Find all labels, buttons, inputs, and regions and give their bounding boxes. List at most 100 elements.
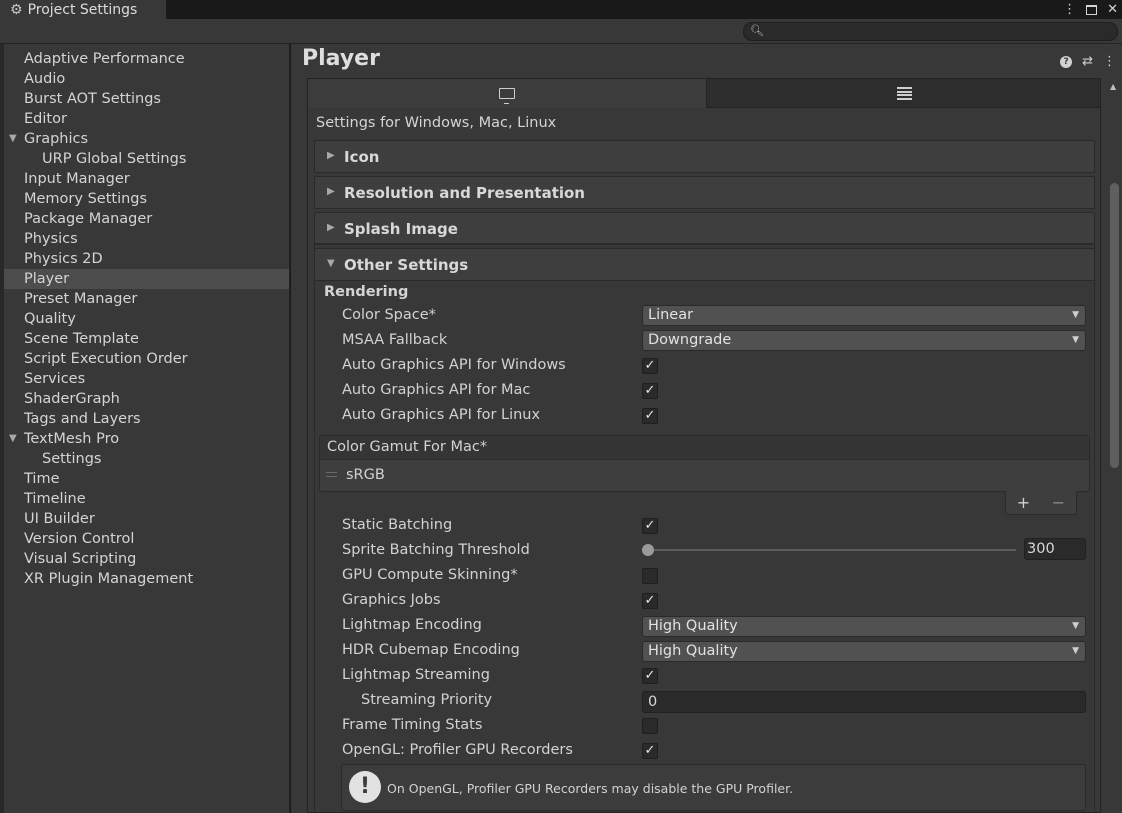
sidebar-item-label: Services — [24, 371, 86, 387]
sidebar-item-adaptive-performance[interactable]: Adaptive Performance — [4, 49, 289, 69]
sidebar-item-label: Settings — [42, 451, 102, 467]
sidebar-item-quality[interactable]: Quality — [4, 309, 289, 329]
gear-icon: ⚙ — [10, 1, 23, 18]
sidebar-item-xr-plugin-management[interactable]: XR Plugin Management — [4, 569, 289, 589]
sidebar-item-scene-template[interactable]: Scene Template — [4, 329, 289, 349]
sprite-batching-field[interactable]: 300 — [1024, 538, 1086, 560]
color-space-label: Color Space* — [342, 307, 436, 323]
more-icon[interactable]: ⋮ — [1063, 2, 1076, 17]
sidebar-item-label: Adaptive Performance — [24, 51, 185, 67]
static-batching-checkbox[interactable]: ✓ — [642, 518, 658, 534]
lightmap-encoding-dropdown[interactable]: High Quality ▼ — [642, 616, 1086, 637]
sidebar-item-label: Tags and Layers — [24, 411, 141, 427]
streaming-priority-field[interactable]: 0 — [642, 691, 1086, 713]
preset-icon[interactable]: ⇄ — [1082, 54, 1093, 69]
vertical-scrollbar[interactable]: ▲ — [1107, 78, 1122, 813]
lightmap-encoding-label: Lightmap Encoding — [342, 617, 482, 633]
sidebar-item-textmesh-pro[interactable]: ▼ TextMesh Pro — [4, 429, 289, 449]
sidebar-item-physics-2d[interactable]: Physics 2D — [4, 249, 289, 269]
gpu-skinning-label: GPU Compute Skinning* — [342, 567, 518, 583]
sidebar-item-editor[interactable]: Editor — [4, 109, 289, 129]
close-icon[interactable]: ✕ — [1107, 2, 1118, 17]
drag-handle-icon[interactable] — [326, 472, 337, 477]
lightmap-streaming-checkbox[interactable]: ✓ — [642, 668, 658, 684]
gpu-skinning-checkbox[interactable] — [642, 568, 658, 584]
sidebar-item-script-execution-order[interactable]: Script Execution Order — [4, 349, 289, 369]
sidebar-item-label: Physics 2D — [24, 251, 103, 267]
section-other[interactable]: ▼ Other Settings — [314, 248, 1095, 281]
chevron-down-icon: ▼ — [1072, 646, 1079, 656]
sidebar-item-label: Physics — [24, 231, 78, 247]
maximize-icon[interactable] — [1086, 4, 1098, 15]
dropdown-value: Linear — [648, 307, 694, 323]
sidebar-item-label: Quality — [24, 311, 76, 327]
sidebar-item-audio[interactable]: Audio — [4, 69, 289, 89]
sidebar-item-graphics[interactable]: ▼ Graphics — [4, 129, 289, 149]
chevron-down-icon[interactable]: ▼ — [9, 429, 17, 449]
sidebar-item-label: Script Execution Order — [24, 351, 188, 367]
sidebar-item-label: Memory Settings — [24, 191, 148, 207]
platform-label: Settings for Windows, Mac, Linux — [316, 115, 557, 131]
sidebar-item-player[interactable]: Player — [4, 269, 289, 289]
sidebar-item-timeline[interactable]: Timeline — [4, 489, 289, 509]
sidebar-item-settings[interactable]: Settings — [4, 449, 289, 469]
remove-icon[interactable]: − — [1052, 493, 1065, 512]
auto-api-linux-checkbox[interactable]: ✓ — [642, 408, 658, 424]
graphics-jobs-checkbox[interactable]: ✓ — [642, 593, 658, 609]
dropdown-value: High Quality — [648, 618, 738, 634]
sidebar-item-memory-settings[interactable]: Memory Settings — [4, 189, 289, 209]
help-icon[interactable]: ? — [1060, 55, 1073, 68]
window-tab[interactable]: ⚙ Project Settings — [0, 0, 166, 19]
search-input[interactable]: 🔍︎ — [743, 22, 1118, 41]
gl-profiler-label: OpenGL: Profiler GPU Recorders — [342, 742, 573, 758]
streaming-priority-label: Streaming Priority — [361, 692, 493, 708]
window-title: Project Settings — [27, 1, 138, 18]
sidebar-item-label: URP Global Settings — [42, 151, 187, 167]
inspector-content: Settings for Windows, Mac, Linux ▶ Icon … — [307, 78, 1101, 813]
sidebar-item-ui-builder[interactable]: UI Builder — [4, 509, 289, 529]
color-gamut-list: Color Gamut For Mac* sRGB — [319, 435, 1090, 492]
tab-standalone[interactable] — [308, 79, 706, 108]
sidebar-item-time[interactable]: Time — [4, 469, 289, 489]
sidebar-item-burst-aot-settings[interactable]: Burst AOT Settings — [4, 89, 289, 109]
section-icon[interactable]: ▶ Icon — [314, 140, 1095, 173]
auto-api-mac-checkbox[interactable]: ✓ — [642, 383, 658, 399]
msaa-fallback-dropdown[interactable]: Downgrade ▼ — [642, 330, 1086, 351]
hdr-cubemap-dropdown[interactable]: High Quality ▼ — [642, 641, 1086, 662]
sidebar-item-services[interactable]: Services — [4, 369, 289, 389]
color-space-dropdown[interactable]: Linear ▼ — [642, 305, 1086, 326]
slider-handle[interactable] — [642, 544, 654, 556]
sidebar-item-physics[interactable]: Physics — [4, 229, 289, 249]
gl-profiler-checkbox[interactable]: ✓ — [642, 743, 658, 759]
hdr-cubemap-label: HDR Cubemap Encoding — [342, 642, 520, 658]
sprite-batching-slider[interactable] — [648, 549, 1016, 551]
frame-timing-checkbox[interactable] — [642, 718, 658, 734]
msaa-fallback-label: MSAA Fallback — [342, 332, 448, 348]
sidebar-item-urp-global-settings[interactable]: URP Global Settings — [4, 149, 289, 169]
sidebar-item-package-manager[interactable]: Package Manager — [4, 209, 289, 229]
more-icon[interactable]: ⋮ — [1103, 54, 1116, 69]
window-controls: ⋮ ✕ — [1063, 0, 1118, 19]
section-label: Resolution and Presentation — [344, 184, 585, 202]
scrollbar-thumb[interactable] — [1110, 183, 1119, 468]
list-item[interactable]: sRGB — [346, 467, 385, 483]
sidebar-item-version-control[interactable]: Version Control — [4, 529, 289, 549]
sidebar-item-tags-and-layers[interactable]: Tags and Layers — [4, 409, 289, 429]
tab-server[interactable] — [706, 79, 1100, 108]
header-icons: ? ⇄ ⋮ — [1060, 54, 1116, 69]
section-resolution[interactable]: ▶ Resolution and Presentation — [314, 176, 1095, 209]
auto-api-windows-checkbox[interactable]: ✓ — [642, 358, 658, 374]
sidebar-item-shadergraph[interactable]: ShaderGraph — [4, 389, 289, 409]
section-splash[interactable]: ▶ Splash Image — [314, 212, 1095, 245]
sidebar-item-label: XR Plugin Management — [24, 571, 194, 587]
sidebar-item-visual-scripting[interactable]: Visual Scripting — [4, 549, 289, 569]
dropdown-value: High Quality — [648, 643, 738, 659]
sidebar-item-preset-manager[interactable]: Preset Manager — [4, 289, 289, 309]
scroll-up-icon[interactable]: ▲ — [1110, 82, 1116, 91]
add-icon[interactable]: + — [1017, 493, 1030, 512]
sidebar-item-input-manager[interactable]: Input Manager — [4, 169, 289, 189]
chevron-right-icon: ▶ — [327, 222, 335, 233]
chevron-down-icon[interactable]: ▼ — [9, 129, 17, 149]
chevron-right-icon: ▶ — [327, 150, 335, 161]
chevron-down-icon: ▼ — [1072, 335, 1079, 345]
